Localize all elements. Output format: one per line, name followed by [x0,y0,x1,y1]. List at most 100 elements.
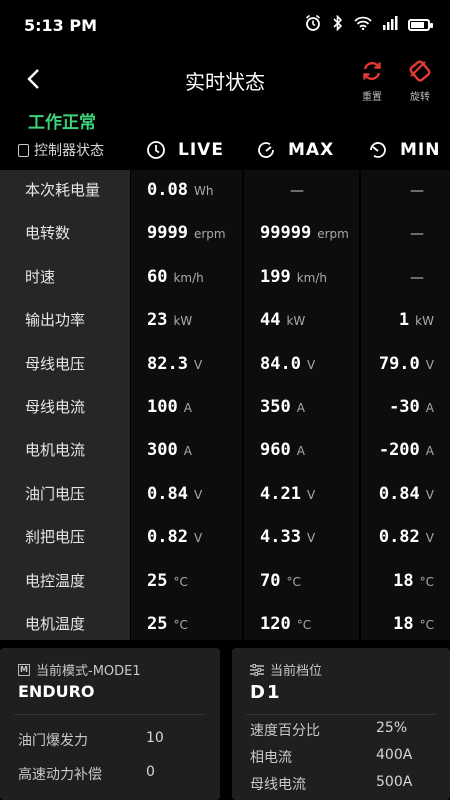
row-label: 输出功率 [25,311,86,329]
max-unit: V [306,488,316,502]
min-cell: — [410,179,424,201]
high-speed-comp-value: 0 [146,764,155,780]
max-cell: 44 kW [260,309,305,331]
status-time: 5:13 PM [24,16,98,35]
live-value: 25 [147,614,168,634]
live-cell: 82.3 V [147,353,202,375]
min-unit: V [425,531,434,545]
mode-card-header: M 当前模式-MODE1 [18,660,141,679]
max-value: 4.21 [260,484,301,504]
min-value: — [410,270,424,286]
max-unit: V [306,531,316,545]
min-header: MIN [368,135,440,165]
max-cell: 99999 erpm [260,222,349,244]
max-value: 199 [260,267,291,287]
min-cell: -30 A [389,396,434,418]
max-cell: 199 km/h [260,266,327,288]
high-speed-comp-label: 高速动力补偿 [18,767,102,783]
live-cell: 9999 erpm [147,222,226,244]
speed-percent-value: 25% [376,720,408,736]
max-title: MAX [288,140,335,160]
min-cell: 1 kW [399,309,434,331]
max-value: 99999 [260,223,312,243]
row-label: 母线电流 [25,398,86,416]
min-cell: — [410,266,424,288]
bus-current-label: 母线电流 [250,777,306,793]
min-value: — [410,226,424,242]
bus-current-value: 500A [376,774,413,790]
min-cell: 0.84 V [379,483,434,505]
live-unit: Wh [193,184,214,198]
status-icons [304,14,433,36]
row-label: 时速 [25,268,56,286]
max-value: 960 [260,440,291,460]
max-unit: °C [296,618,312,632]
min-value: -200 [378,440,420,460]
max-unit: kW [286,314,306,328]
live-cell: 0.82 V [147,526,202,548]
live-value: 23 [147,310,168,330]
live-cell: 60 km/h [147,266,204,288]
max-cell: 960 A [260,439,305,461]
gear-title: 当前档位 [270,664,323,679]
row-label: 油门电压 [25,485,86,503]
live-value: 9999 [147,223,188,243]
min-unit: °C [419,618,434,632]
row-label: 电控温度 [25,572,86,590]
gear-card[interactable]: 当前档位 D1 速度百分比 25% 相电流 400A 母线电流 500A [232,648,450,800]
live-unit: V [193,358,203,372]
live-cell: 300 A [147,439,192,461]
reset-button[interactable]: 重置 [352,60,392,103]
phase-current-value: 400A [376,747,413,763]
max-value: 70 [260,571,281,591]
alarm-icon [304,14,322,36]
live-title: LIVE [178,140,224,160]
phase-current-label: 相电流 [250,750,292,766]
min-unit: A [425,444,434,458]
max-unit: km/h [296,271,328,285]
work-status: 工作正常 [28,113,96,133]
live-value: 0.08 [147,180,188,200]
min-cell: 79.0 V [379,353,434,375]
speed-percent-label: 速度百分比 [250,723,320,739]
row-label: 电转数 [25,224,71,242]
max-header: MAX [256,135,334,165]
min-value: 18 [393,571,414,591]
min-cell: — [410,222,424,244]
signal-icon [382,16,398,34]
max-cell: 4.21 V [260,483,315,505]
live-cell: 23 kW [147,309,192,331]
max-unit: A [296,401,305,415]
live-value: 300 [147,440,178,460]
live-unit: A [183,444,192,458]
live-value: 0.82 [147,527,188,547]
row-label: 本次耗电量 [25,181,101,199]
throttle-burst-value: 10 [146,730,164,746]
max-cell: 120 °C [260,613,311,635]
status-bar: 5:13 PM [0,0,450,52]
live-value: 0.84 [147,484,188,504]
min-value: 0.82 [378,527,420,547]
controller-status-label: 控制器状态 [34,143,104,159]
live-cell: 0.84 V [147,483,202,505]
live-unit: erpm [193,227,226,241]
min-value: 0.84 [378,484,420,504]
rotate-button[interactable]: 旋转 [400,60,440,103]
sliders-icon [250,663,264,676]
min-cell: 18 °C [393,613,434,635]
live-unit: kW [173,314,193,328]
max-cell: — [290,179,304,201]
mode-card[interactable]: M 当前模式-MODE1 ENDURO 油门爆发力 10 高速动力补偿 0 [0,648,220,800]
min-title: MIN [400,140,441,160]
live-cell: 25 °C [147,570,188,592]
max-unit: erpm [317,227,349,241]
max-cell: 4.33 V [260,526,315,548]
live-unit: km/h [173,271,204,285]
live-value: 82.3 [147,354,188,374]
live-unit: A [183,401,192,415]
live-header: LIVE [146,135,224,165]
controller-status-header: 控制器状态 [18,135,104,165]
controller-icon [18,143,29,157]
gauge-max-icon [258,142,274,158]
max-value: — [290,183,304,199]
